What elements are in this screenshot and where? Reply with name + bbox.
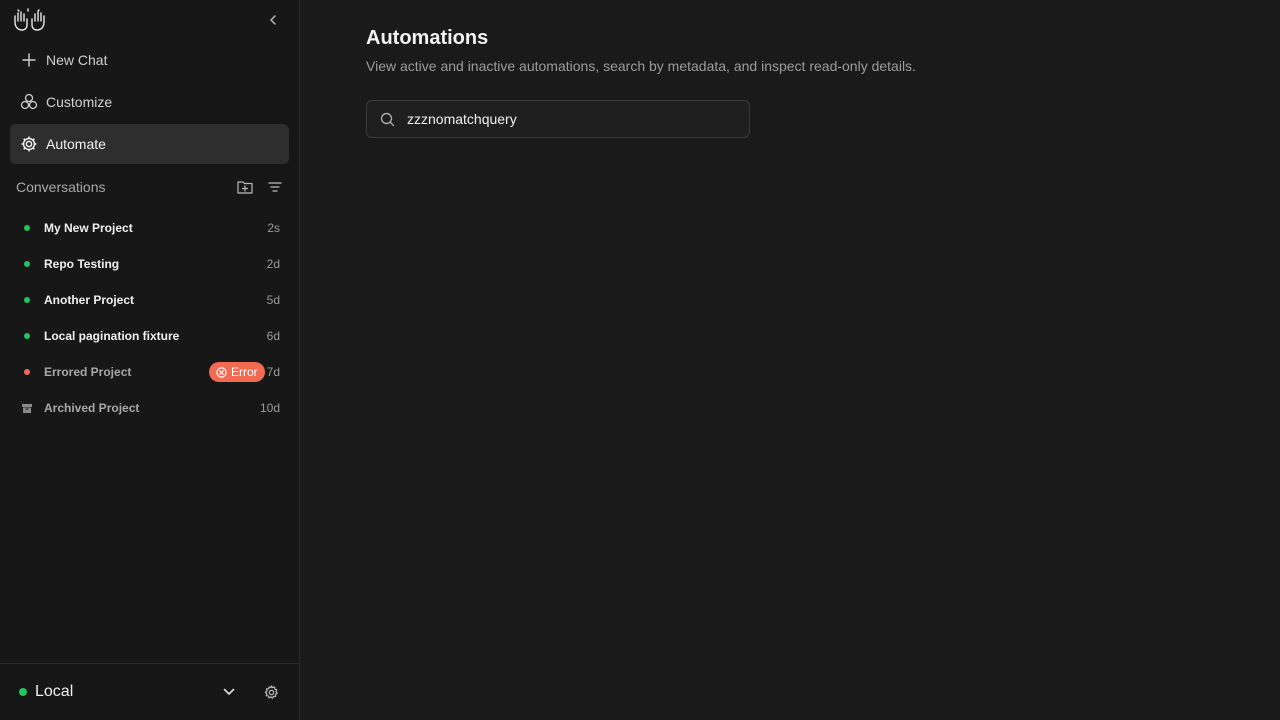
customize-button[interactable]: Customize	[10, 82, 289, 122]
conversation-item[interactable]: Repo Testing 2d	[16, 250, 284, 278]
app-window: New Chat Customize Automate Conversation…	[0, 0, 1280, 720]
conversation-item[interactable]: Local pagination fixture 6d	[16, 322, 284, 350]
filter-icon[interactable]	[266, 178, 284, 196]
environment-label: Local	[35, 683, 74, 700]
cubes-icon	[20, 93, 38, 111]
status-dot-active	[24, 333, 30, 339]
chevron-left-icon	[270, 15, 276, 25]
environment-dropdown-button[interactable]	[221, 684, 237, 700]
sidebar: New Chat Customize Automate Conversation…	[0, 0, 300, 720]
error-badge: Error	[208, 362, 265, 382]
plus-icon	[20, 51, 38, 69]
search-box	[366, 100, 750, 138]
conversation-item[interactable]: My New Project 2s	[16, 214, 284, 242]
status-dot-active	[24, 297, 30, 303]
conversation-name: Local pagination fixture	[44, 329, 180, 343]
conversation-name: Another Project	[44, 293, 135, 307]
environment-status-dot	[19, 688, 27, 696]
app-logo-icon	[12, 8, 46, 32]
new-chat-button[interactable]: New Chat	[10, 40, 289, 80]
error-badge-label: Error	[230, 365, 258, 379]
settings-button[interactable]	[263, 684, 279, 700]
conversation-item[interactable]: Errored Project Error 7d	[16, 358, 284, 386]
gear-icon	[20, 135, 38, 153]
conversation-time: 2s	[267, 221, 280, 235]
search-input[interactable]	[407, 111, 737, 127]
conversation-item[interactable]: Another Project 5d	[16, 286, 284, 314]
conversation-time: 10d	[259, 401, 280, 415]
conversations-title: Conversations	[16, 179, 106, 195]
conversation-name: Repo Testing	[44, 257, 120, 271]
conversations-header: Conversations	[16, 178, 284, 196]
sidebar-footer: Local	[0, 663, 299, 720]
conversation-name: My New Project	[44, 221, 133, 235]
page-title: Automations	[366, 27, 489, 49]
customize-label: Customize	[46, 94, 113, 110]
new-chat-label: New Chat	[46, 52, 108, 68]
status-dot-active	[24, 261, 30, 267]
settings-gear-icon	[264, 684, 278, 699]
conversation-item[interactable]: Archived Project 10d	[16, 394, 284, 422]
conversation-time: 6d	[266, 329, 280, 343]
automate-button[interactable]: Automate	[10, 124, 289, 164]
conversation-name: Archived Project	[44, 401, 140, 415]
status-dot-error	[24, 369, 30, 375]
conversation-time: 2d	[266, 257, 280, 271]
automate-label: Automate	[46, 136, 106, 152]
error-circle-icon	[216, 366, 227, 378]
main-content: Automations View active and inactive aut…	[300, 0, 1280, 720]
conversation-time: 5d	[266, 293, 280, 307]
new-folder-icon[interactable]	[236, 178, 254, 196]
search-icon	[379, 111, 395, 127]
chevron-down-icon	[223, 688, 235, 695]
page-subtitle: View active and inactive automations, se…	[366, 58, 916, 74]
archive-icon	[22, 403, 32, 413]
conversation-time: 7d	[266, 365, 280, 379]
collapse-sidebar-button[interactable]	[264, 11, 282, 29]
conversation-name: Errored Project	[44, 365, 132, 379]
status-dot-active	[24, 225, 30, 231]
